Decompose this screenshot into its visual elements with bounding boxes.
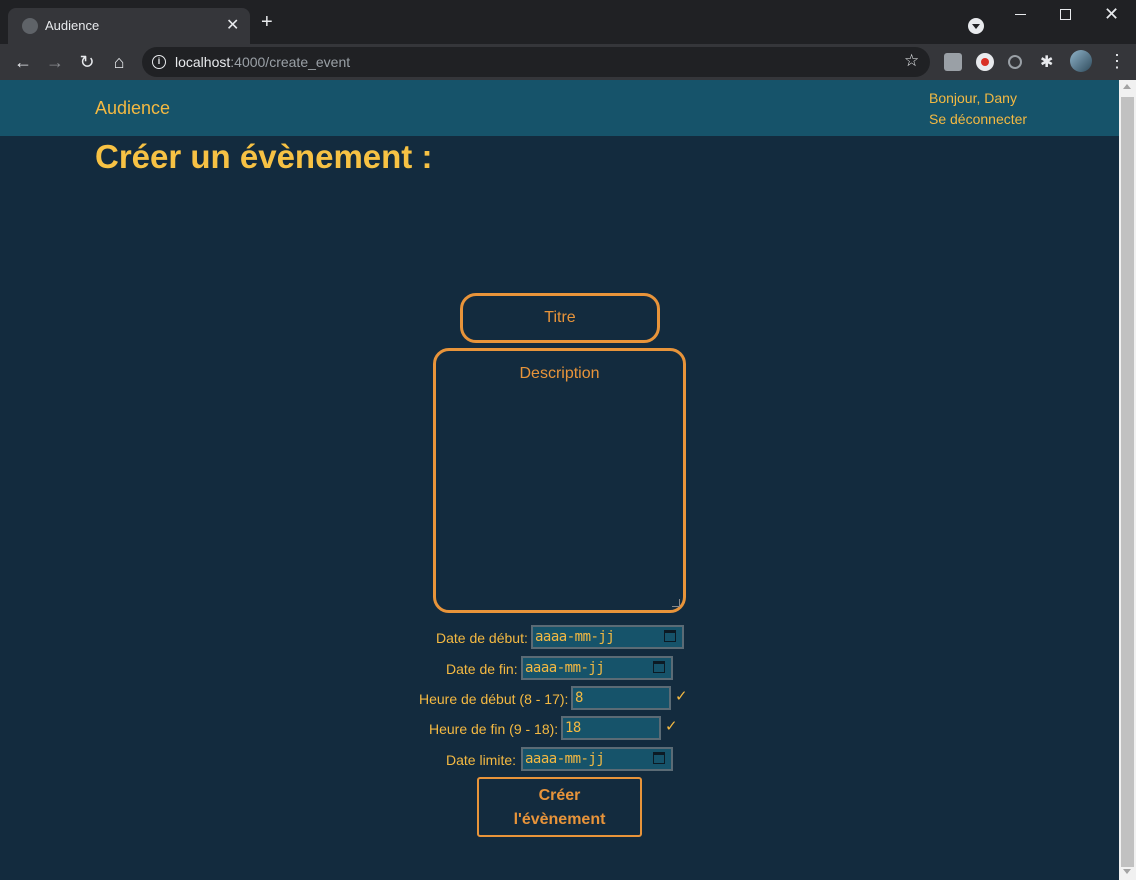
new-tab-icon[interactable]: + [261,12,273,32]
deadline-input[interactable]: aaaa-mm-jj [521,747,673,771]
submit-label-line1: Créer [538,787,581,804]
extensions-puzzle-icon[interactable]: ✱ [1040,52,1058,71]
url-text: localhost:4000/create_event [175,54,351,70]
extension-print-icon[interactable] [944,53,962,71]
end-date-label: Date de fin: [446,661,518,677]
globe-icon [22,18,38,34]
browser-tab[interactable]: Audience ✕ [8,8,250,44]
scroll-up-icon[interactable] [1123,84,1131,89]
page-scrollbar[interactable] [1119,80,1136,880]
forward-icon[interactable]: → [43,50,67,74]
site-navbar: Audience Bonjour, Dany Se déconnecter [0,80,1119,136]
deadline-label: Date limite: [446,752,517,768]
address-bar[interactable]: i localhost:4000/create_event ☆ [142,47,930,77]
user-greeting: Bonjour, Dany [929,90,1017,106]
browser-menu-icon[interactable]: ⋮ [1108,51,1126,72]
browser-toolbar: ← → ↻ ⌂ i localhost:4000/create_event ☆ … [0,44,1136,80]
check-icon: ✓ [675,688,688,705]
profile-avatar[interactable] [1070,50,1092,72]
close-tab-icon[interactable]: ✕ [226,15,239,35]
description-placeholder: Description [519,365,600,382]
scroll-down-icon[interactable] [1123,869,1131,874]
end-hour-label: Heure de fin (9 - 18): [429,721,559,737]
page-title: Créer un évènement : [95,138,433,175]
title-input[interactable]: Titre [460,293,660,343]
start-date-input[interactable]: aaaa-mm-jj [531,625,684,649]
submit-label-line2: l'évènement [513,811,606,828]
extension-circle-icon[interactable] [1008,55,1022,69]
page-viewport: Audience Bonjour, Dany Se déconnecter Cr… [0,80,1119,880]
tab-search-icon[interactable] [968,18,984,34]
maximize-icon[interactable] [1060,9,1071,20]
calendar-icon[interactable] [653,661,665,673]
home-icon[interactable]: ⌂ [107,50,131,74]
title-placeholder: Titre [544,309,576,326]
start-hour-input[interactable]: 8 [571,686,671,710]
resize-grip-icon[interactable] [672,599,680,607]
check-icon: ✓ [665,718,678,735]
calendar-icon[interactable] [664,630,676,642]
calendar-icon[interactable] [653,752,665,764]
extension-record-icon[interactable] [976,53,994,71]
end-hour-input[interactable]: 18 [561,716,661,740]
tab-title: Audience [45,18,100,33]
browser-titlebar: Audience ✕ + ✕ [0,0,1136,44]
reload-icon[interactable]: ↻ [75,50,99,74]
scroll-thumb[interactable] [1121,97,1134,867]
start-date-label: Date de début: [436,630,528,646]
start-hour-label: Heure de début (8 - 17): [419,691,569,707]
brand-link[interactable]: Audience [95,98,170,119]
minimize-icon[interactable] [1015,14,1026,15]
logout-link[interactable]: Se déconnecter [929,111,1027,127]
window-close-icon[interactable]: ✕ [1104,4,1119,25]
create-event-button[interactable]: Créer l'évènement [477,777,642,837]
end-date-input[interactable]: aaaa-mm-jj [521,656,673,680]
bookmark-star-icon[interactable]: ☆ [904,51,919,71]
back-icon[interactable]: ← [11,50,35,74]
description-textarea[interactable]: Description [433,348,686,613]
info-icon[interactable]: i [152,55,166,69]
